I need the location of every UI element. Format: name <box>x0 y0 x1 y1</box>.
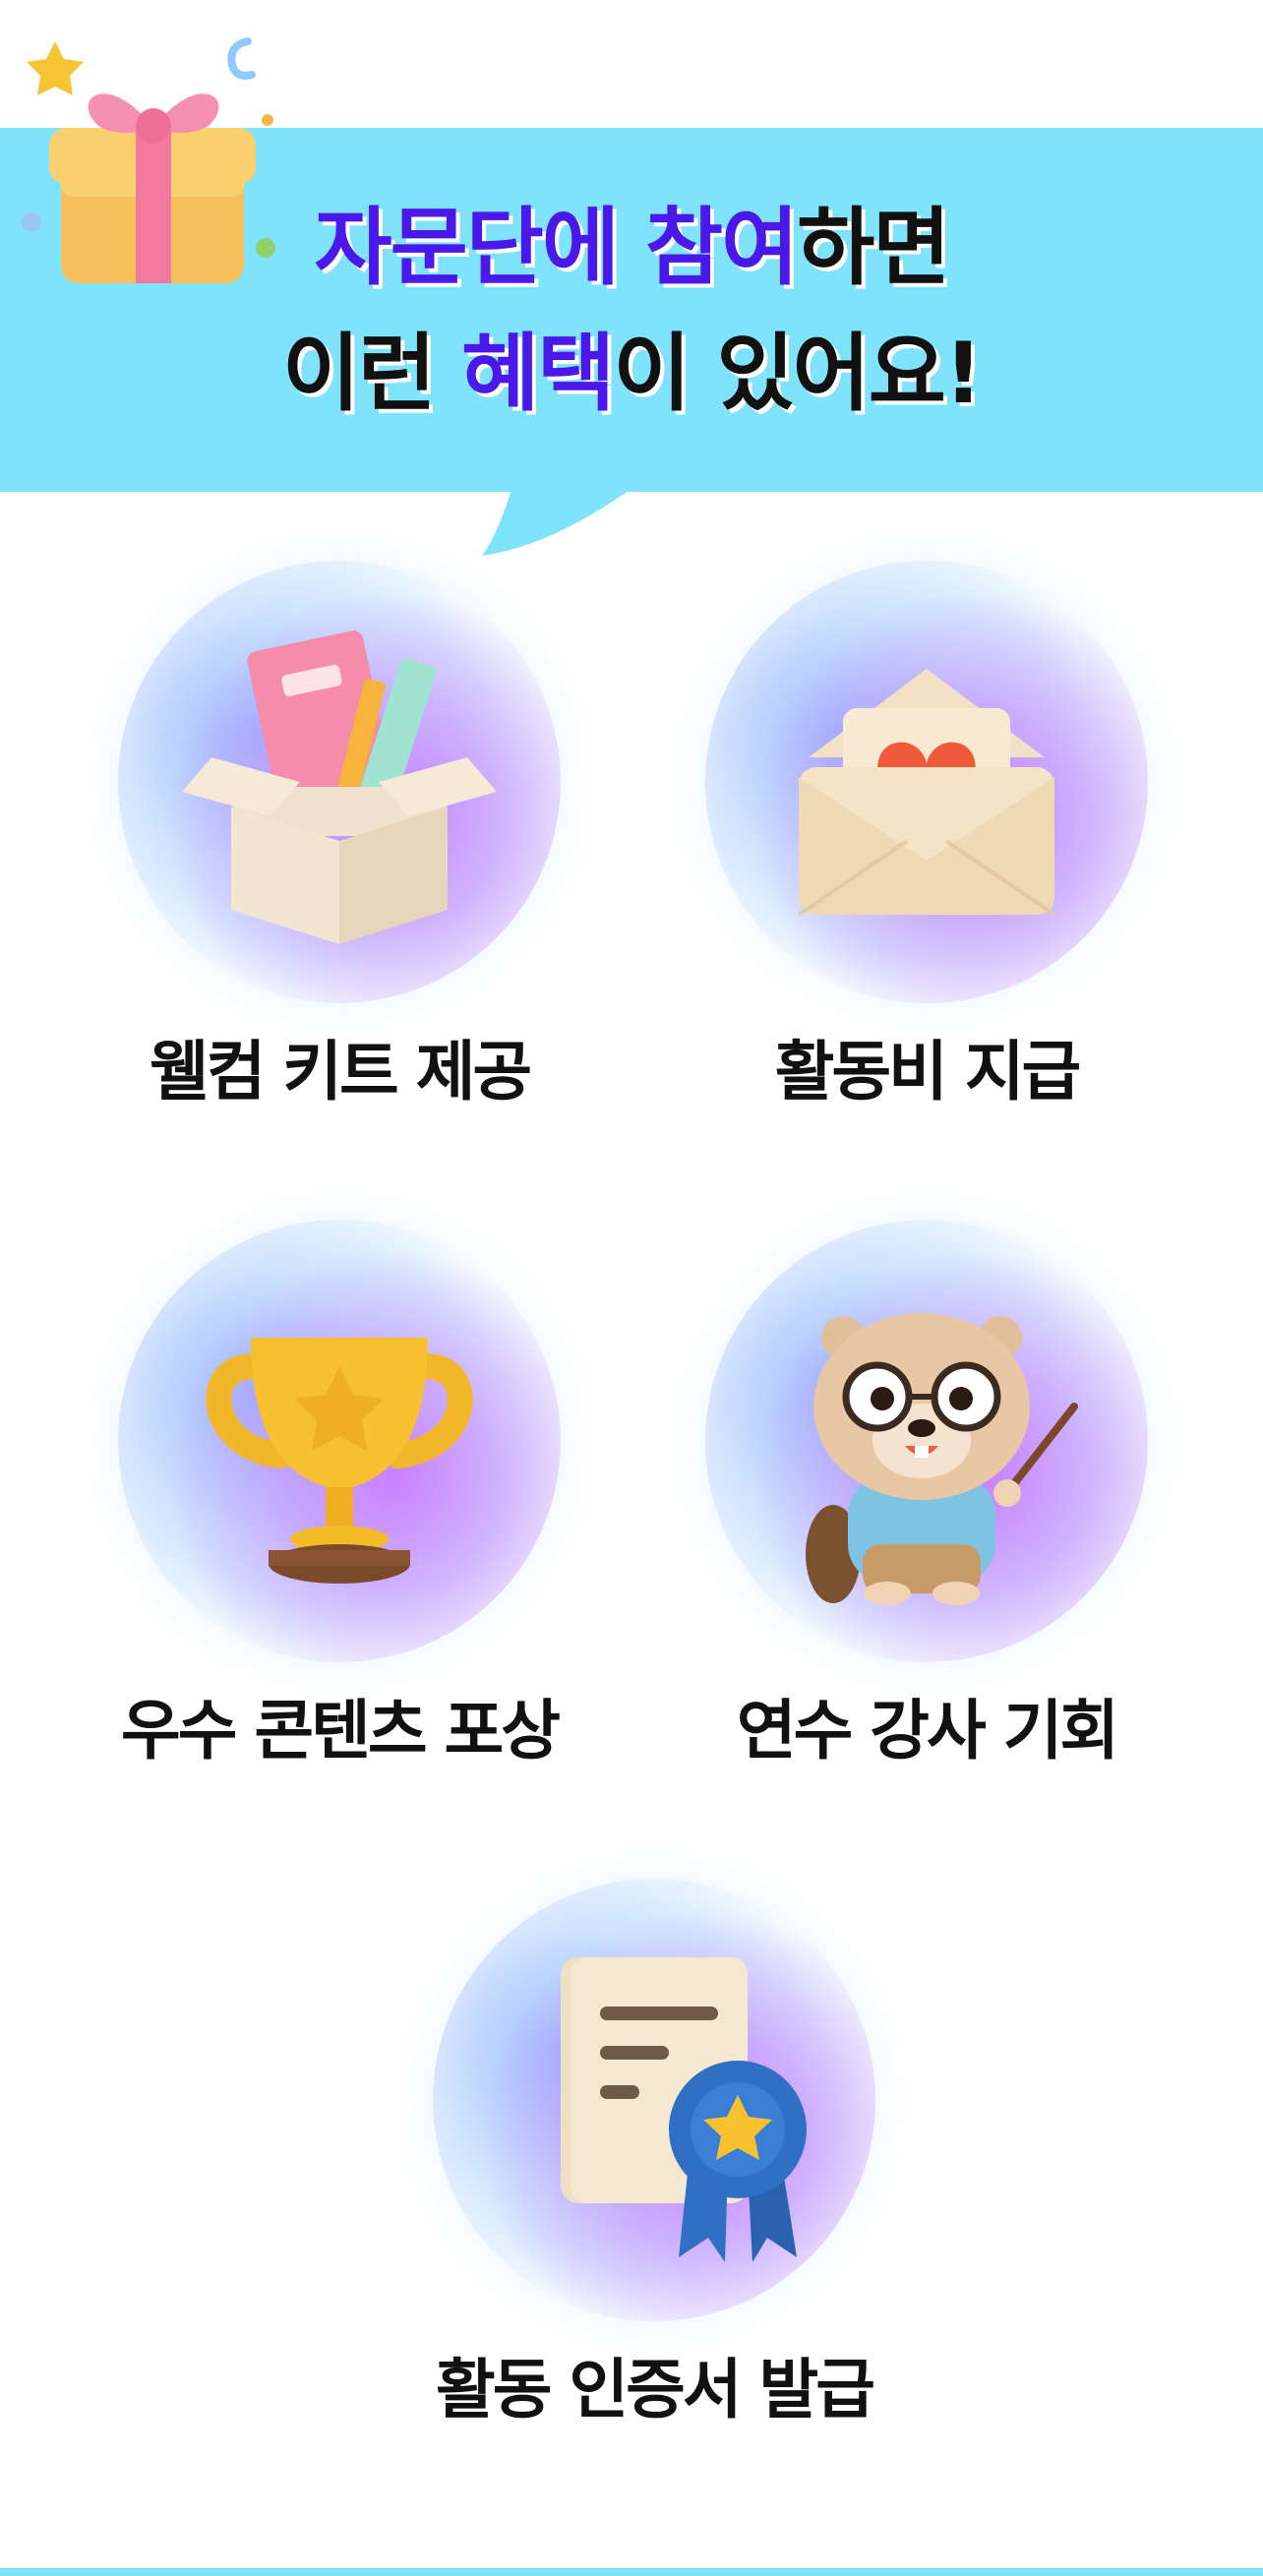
headline-highlight-join: 참여 <box>644 199 799 297</box>
headline-line-2-lead: 이런 <box>281 325 462 423</box>
benefit-welcome-kit: 웰컴 키트 제공 <box>39 561 590 1151</box>
headline-line-2-rest: 이 있어요! <box>613 325 983 423</box>
gift-box-icon <box>22 37 275 283</box>
benefit-label: 활동비 지급 <box>774 1034 1082 1109</box>
certificate-medal-icon <box>561 1957 807 2262</box>
benefit-certificate: 활동 인증서 발급 <box>354 1879 905 2469</box>
headline-line-2: 이런 혜택이 있어요! <box>0 311 1263 437</box>
benefit-label: 웰컴 키트 제공 <box>149 1034 532 1109</box>
benefit-label: 활동 인증서 발급 <box>436 2352 875 2427</box>
benefit-label: 우수 콘텐츠 포상 <box>121 1693 561 1768</box>
trophy-icon <box>206 1338 473 1584</box>
benefit-label: 연수 강사 기회 <box>736 1693 1119 1768</box>
headline-highlight-advisory: 자문단에 <box>314 199 620 297</box>
benefit-lecturer-opportunity: 연수 강사 기회 <box>627 1220 1177 1810</box>
welcome-kit-box-icon <box>182 630 497 944</box>
benefit-activity-fee: 활동비 지급 <box>627 561 1177 1151</box>
headline-line-1-rest: 하면 <box>797 199 950 297</box>
benefit-content-award: 우수 콘텐츠 포상 <box>39 1220 590 1810</box>
beaver-teacher-icon <box>806 1313 1078 1605</box>
bottom-accent-bar <box>0 2568 1263 2576</box>
heart-envelope-icon <box>797 669 1056 917</box>
headline-highlight-benefit: 혜택 <box>461 325 615 423</box>
